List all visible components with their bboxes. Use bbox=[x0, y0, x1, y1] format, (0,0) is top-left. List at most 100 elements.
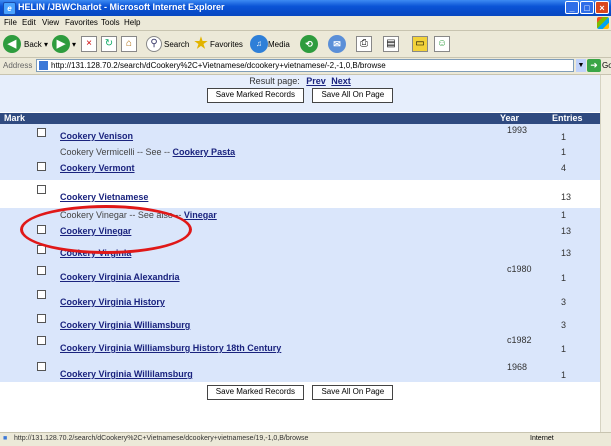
save-marked-button[interactable]: Save Marked Records bbox=[206, 88, 304, 103]
entries-count: 3 bbox=[561, 297, 567, 307]
favorites-label[interactable]: Favorites bbox=[210, 40, 243, 49]
mark-checkbox[interactable] bbox=[37, 290, 46, 299]
address-url: http://131.128.70.2/search/dCookery%2C+V… bbox=[51, 61, 386, 70]
heading-link[interactable]: Cookery Venison bbox=[60, 131, 133, 141]
favorites-star-icon[interactable]: ★ bbox=[192, 35, 210, 53]
top-button-bar: Save Marked Records Save All On Page bbox=[0, 88, 600, 103]
media-label[interactable]: Media bbox=[268, 40, 290, 49]
year-value: 1968 bbox=[507, 362, 528, 372]
refresh-icon[interactable]: ↻ bbox=[101, 36, 117, 52]
go-label[interactable]: Go bbox=[602, 61, 611, 70]
go-arrow-icon[interactable]: ➜ bbox=[587, 59, 601, 72]
menu-tools[interactable]: Tools bbox=[101, 18, 120, 27]
heading-link[interactable]: Cookery Virginia Williamsburg bbox=[60, 320, 190, 330]
table-header: Mark Year Entries bbox=[0, 113, 600, 124]
maximize-button[interactable]: □ bbox=[580, 1, 594, 14]
mark-checkbox[interactable] bbox=[37, 128, 46, 137]
heading-link[interactable]: Cookery Virginia Williamsburg History 18… bbox=[60, 343, 281, 353]
see-link[interactable]: Vinegar bbox=[184, 210, 217, 220]
see-link[interactable]: Cookery Pasta bbox=[173, 147, 236, 157]
prev-link[interactable]: Prev bbox=[306, 76, 326, 86]
menu-favorites[interactable]: Favorites bbox=[65, 18, 98, 27]
heading-link[interactable]: Cookery Virginia History bbox=[60, 297, 165, 307]
menu-help[interactable]: Help bbox=[124, 18, 140, 27]
save-all-button-bottom[interactable]: Save All On Page bbox=[312, 385, 394, 400]
close-button[interactable]: × bbox=[595, 1, 609, 14]
menu-edit[interactable]: Edit bbox=[22, 18, 36, 27]
header-entries: Entries bbox=[552, 113, 583, 123]
save-all-button[interactable]: Save All On Page bbox=[312, 88, 394, 103]
entries-count: 13 bbox=[561, 226, 572, 236]
menu-bar: File Edit View Favorites Tools Help bbox=[0, 16, 611, 31]
table-row-highlighted: Cookery Vietnamese 13 bbox=[0, 180, 600, 208]
ie-icon: e bbox=[3, 2, 16, 15]
year-value: c1980 bbox=[507, 264, 532, 274]
mark-checkbox[interactable] bbox=[37, 362, 46, 371]
status-bar: ■ http://131.128.70.2/search/dCookery%2C… bbox=[0, 432, 611, 446]
red-circle-annotation bbox=[20, 205, 192, 254]
mark-checkbox[interactable] bbox=[37, 336, 46, 345]
mark-checkbox[interactable] bbox=[37, 266, 46, 275]
heading-link[interactable]: Cookery Vietnamese bbox=[60, 192, 148, 202]
next-link[interactable]: Next bbox=[331, 76, 351, 86]
page-loading-icon: ■ bbox=[3, 435, 8, 442]
entries-count: 13 bbox=[561, 192, 572, 202]
see-text: Cookery Vermicelli -- See -- bbox=[60, 147, 171, 157]
mail-icon[interactable]: ✉ bbox=[328, 35, 346, 53]
entries-count: 4 bbox=[561, 163, 567, 173]
header-mark: Mark bbox=[4, 113, 26, 123]
table-row: Cookery Vermont 4 bbox=[0, 159, 600, 180]
status-url: http://131.128.70.2/search/dCookery%2C+V… bbox=[14, 435, 309, 442]
history-icon[interactable]: ⟲ bbox=[300, 35, 318, 53]
entries-count: 1 bbox=[561, 210, 567, 220]
table-row: Cookery Virginia Willilamsburg 1968 1 bbox=[0, 357, 600, 382]
heading-link[interactable]: Cookery Virginia Alexandria bbox=[60, 272, 180, 282]
address-dropdown-icon[interactable]: ▼ bbox=[576, 59, 586, 72]
page-icon bbox=[39, 61, 48, 70]
menu-file[interactable]: File bbox=[4, 18, 17, 27]
table-row: Cookery Virginia Williamsburg History 18… bbox=[0, 331, 600, 357]
folder-icon[interactable]: ▭ bbox=[412, 36, 428, 52]
entries-count: 13 bbox=[561, 248, 572, 258]
result-page-nav: Result page: Prev Next bbox=[0, 76, 600, 86]
table-row: Cookery Virginia Alexandria c1980 1 bbox=[0, 261, 600, 285]
save-marked-button-bottom[interactable]: Save Marked Records bbox=[206, 385, 304, 400]
year-value: c1982 bbox=[507, 335, 532, 345]
back-arrow-icon[interactable]: ◀ bbox=[3, 35, 21, 53]
address-input[interactable]: http://131.128.70.2/search/dCookery%2C+V… bbox=[36, 59, 574, 72]
mark-checkbox[interactable] bbox=[37, 162, 46, 171]
print-icon[interactable]: ⎙ bbox=[356, 36, 372, 52]
back-dropdown-icon[interactable]: ▾ bbox=[44, 40, 48, 49]
mark-checkbox[interactable] bbox=[37, 314, 46, 323]
messenger-icon[interactable]: ☺ bbox=[434, 36, 450, 52]
media-icon[interactable]: ♫ bbox=[250, 35, 268, 53]
windows-logo-icon bbox=[597, 17, 609, 29]
search-label[interactable]: Search bbox=[164, 40, 189, 49]
header-year: Year bbox=[500, 113, 520, 123]
menu-view[interactable]: View bbox=[42, 18, 59, 27]
table-row: Cookery Venison 1993 1 bbox=[0, 124, 600, 145]
bottom-button-bar: Save Marked Records Save All On Page bbox=[0, 385, 600, 400]
forward-arrow-icon[interactable]: ▶ bbox=[52, 35, 70, 53]
window-title: HELIN /JBWCharlot - Microsoft Internet E… bbox=[18, 2, 225, 12]
table-row: Cookery Virginia History 3 bbox=[0, 285, 600, 309]
edit-icon[interactable]: ▤ bbox=[383, 36, 399, 52]
stop-icon[interactable]: × bbox=[81, 36, 97, 52]
minimize-button[interactable]: _ bbox=[565, 1, 579, 14]
table-row: Cookery Virginia Williamsburg 3 bbox=[0, 309, 600, 331]
entries-count: 1 bbox=[561, 344, 567, 354]
entries-count: 1 bbox=[561, 273, 567, 283]
vertical-scrollbar[interactable] bbox=[600, 75, 611, 432]
year-value: 1993 bbox=[507, 125, 528, 135]
entries-count: 1 bbox=[561, 147, 567, 157]
heading-link[interactable]: Cookery Vermont bbox=[60, 163, 135, 173]
home-icon[interactable]: ⌂ bbox=[121, 36, 137, 52]
heading-link[interactable]: Cookery Virginia Willilamsburg bbox=[60, 369, 193, 379]
internet-zone: Internet bbox=[530, 435, 554, 442]
table-row: Cookery Vermicelli -- See -- Cookery Pas… bbox=[0, 145, 600, 159]
search-icon[interactable]: ⚲ bbox=[146, 36, 162, 52]
mark-checkbox[interactable] bbox=[37, 185, 46, 194]
back-label[interactable]: Back bbox=[24, 40, 42, 49]
entries-count: 1 bbox=[561, 370, 567, 380]
forward-dropdown-icon[interactable]: ▾ bbox=[72, 40, 76, 49]
